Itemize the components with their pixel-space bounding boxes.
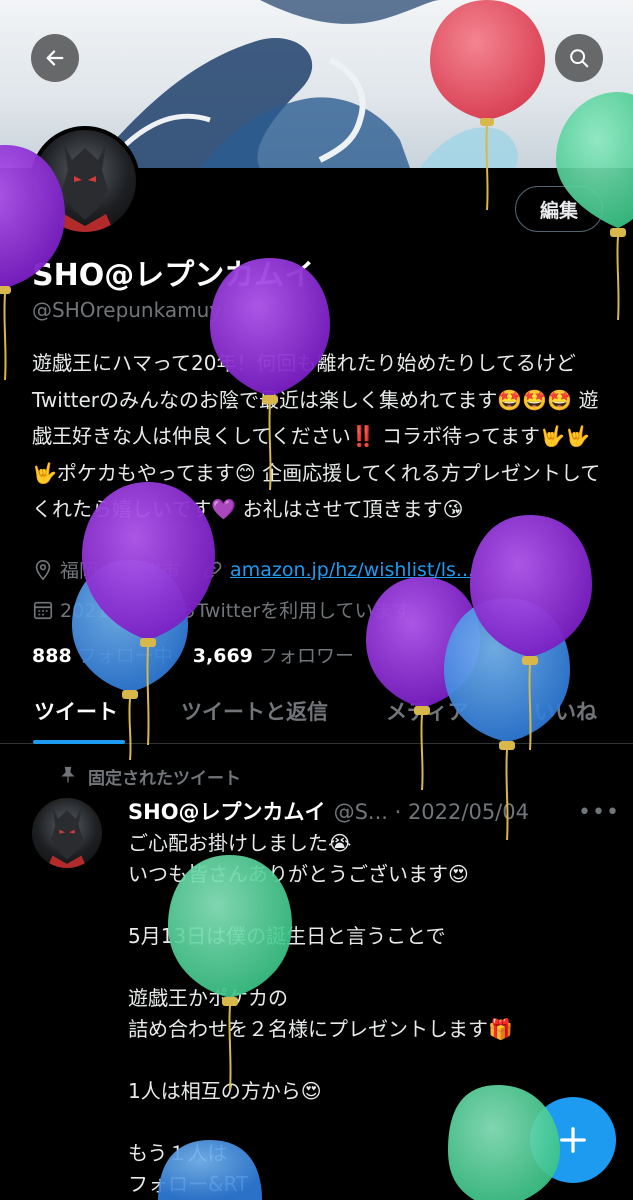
- compose-tweet-button[interactable]: [530, 1097, 616, 1183]
- profile-stats: 888 フォロー中 3,669 フォロワー: [32, 641, 354, 668]
- tweet-meta: @S... · 2022/05/04: [333, 800, 529, 824]
- profile-tabs: ツイート ツイートと返信 メディア いいね: [0, 680, 633, 744]
- arrow-left-icon: [46, 50, 64, 66]
- profile-location: 福岡 北九州市: [60, 560, 181, 582]
- search-button[interactable]: [555, 34, 603, 82]
- location-icon: [35, 559, 51, 580]
- profile-joined-row: 2021年6月からTwitterを利用しています: [32, 596, 412, 623]
- avatar-image: [47, 807, 87, 868]
- calendar-icon: [33, 601, 53, 619]
- tweet-header: SHO@レプンカムイ @S... · 2022/05/04: [128, 796, 529, 826]
- active-tab-indicator: [33, 740, 125, 744]
- link-icon: [204, 561, 222, 578]
- tab-tweets[interactable]: ツイート: [34, 696, 118, 726]
- profile-name: SHO@レプンカムイ: [32, 258, 315, 293]
- more-icon[interactable]: •••: [578, 800, 620, 825]
- following-count: 888: [32, 645, 72, 667]
- pinned-tweet-label: 固定されたツイート: [61, 764, 241, 789]
- profile-avatar[interactable]: [30, 126, 140, 236]
- tab-media[interactable]: メディア: [386, 696, 469, 726]
- tab-likes[interactable]: いいね: [534, 696, 597, 726]
- pinned-text: 固定されたツイート: [88, 769, 241, 789]
- followers-link[interactable]: 3,669 フォロワー: [193, 645, 354, 667]
- tweet-avatar[interactable]: [32, 798, 102, 868]
- profile-handle: @SHOrepunkamuy: [32, 298, 222, 322]
- edit-profile-button[interactable]: 編集: [515, 186, 603, 232]
- profile-bio: 遊戯王にハマって20年！何回も離れたり始めたりしてるけどTwitterのみんなの…: [32, 351, 601, 521]
- pin-icon: [61, 766, 75, 783]
- tweet-author-name[interactable]: SHO@レプンカムイ: [128, 796, 326, 826]
- profile-link[interactable]: amazon.jp/hz/wishlist/ls...: [230, 559, 474, 581]
- avatar-image: [56, 144, 114, 232]
- followers-label: フォロワー: [258, 645, 354, 667]
- tab-tweets-replies[interactable]: ツイートと返信: [181, 696, 328, 726]
- back-button[interactable]: [31, 34, 79, 82]
- following-label: フォロー中: [77, 645, 173, 667]
- following-link[interactable]: 888 フォロー中: [32, 645, 179, 667]
- profile-meta-row: 福岡 北九州市 amazon.jp/hz/wishlist/ls...: [32, 556, 474, 583]
- plus-icon: [560, 1127, 586, 1153]
- followers-count: 3,669: [192, 645, 253, 667]
- profile-joined: 2021年6月からTwitterを利用しています: [60, 600, 412, 622]
- search-icon: [570, 49, 589, 68]
- tweet-text: ご心配お掛けしました😭 いつも皆さんありがとうございます😍 5月13日は僕の誕生…: [128, 831, 513, 1196]
